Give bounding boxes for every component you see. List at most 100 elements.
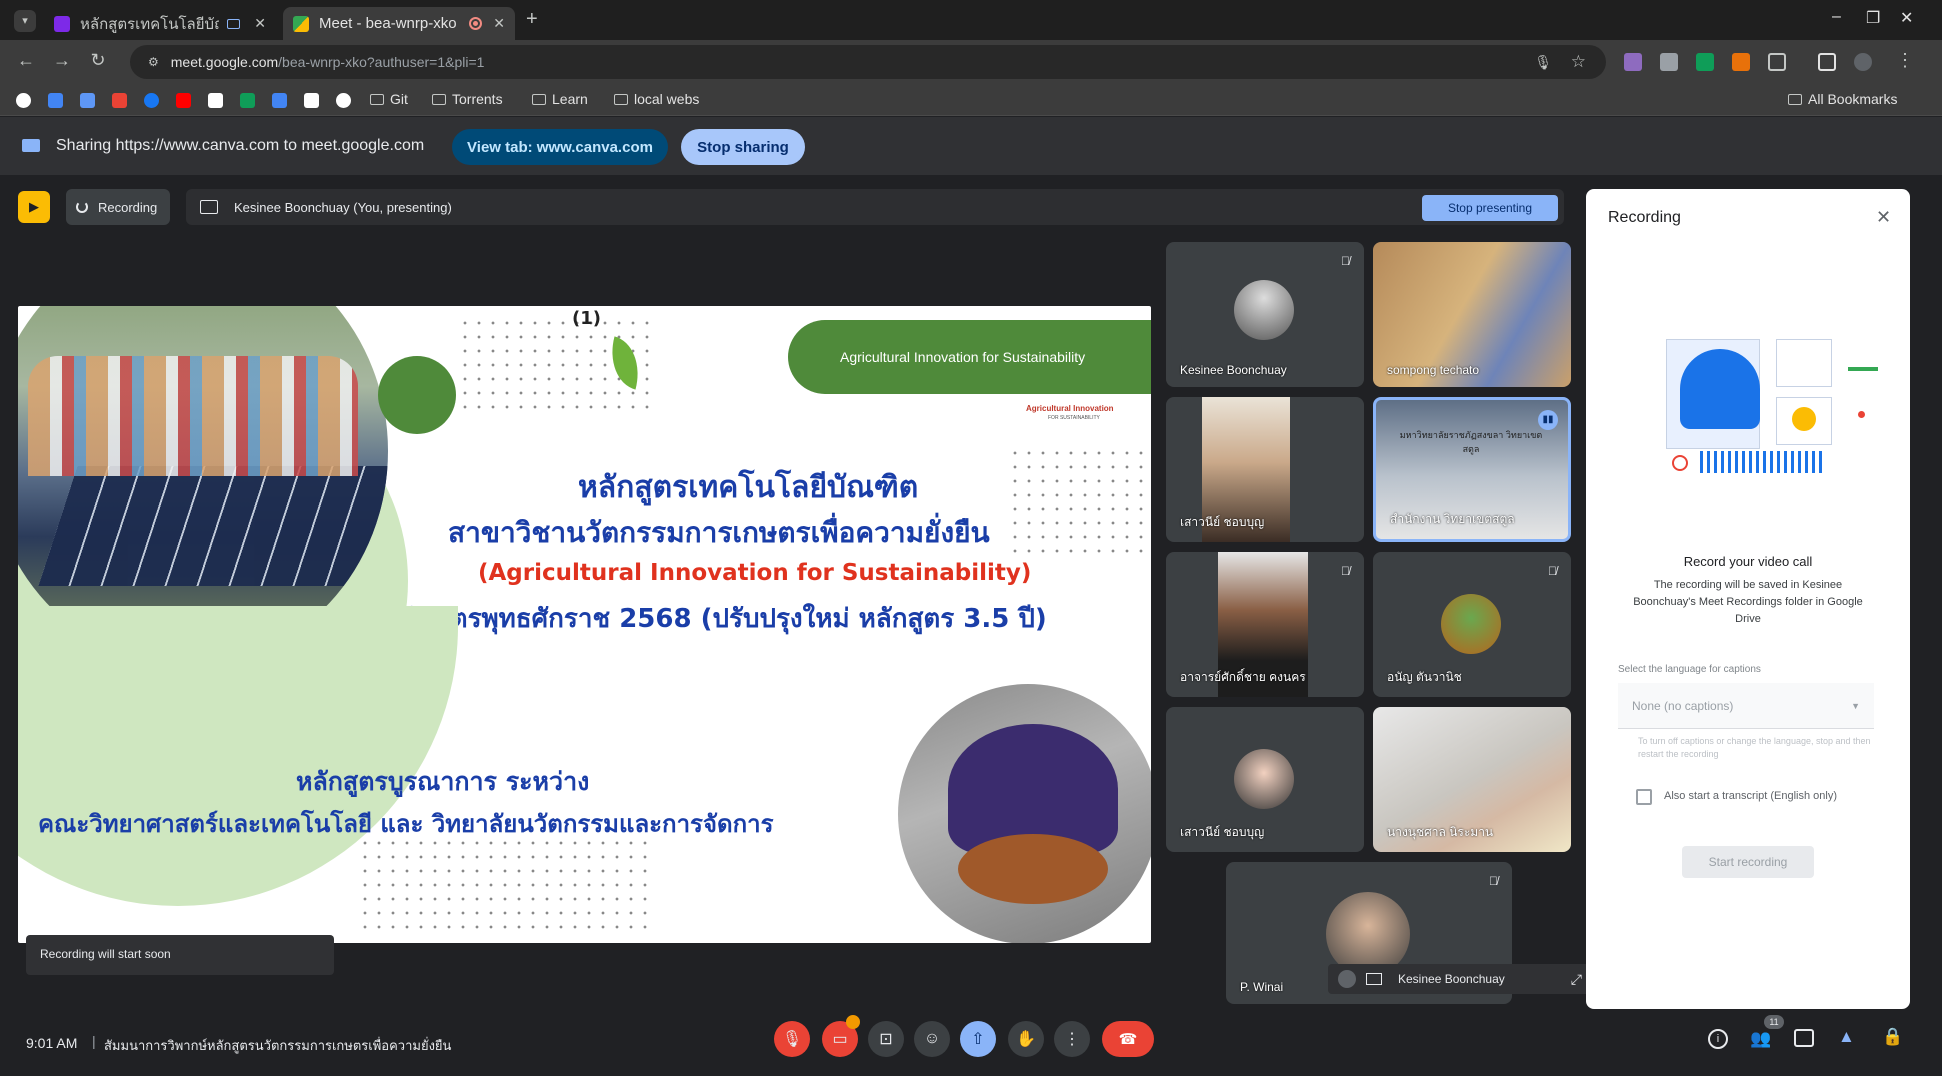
dot-pattern	[1008, 446, 1148, 556]
tab-curriculum[interactable]: หลักสูตรเทคโนโลยีบัณ ✕	[44, 7, 276, 40]
avatar	[1234, 280, 1294, 340]
browser-toolbar: ← → ↻ ⚙ meet.google.com/bea-wnrp-xko?aut…	[0, 40, 1942, 84]
banner: Agricultural Innovation for Sustainabili…	[788, 320, 1151, 394]
recording-chip-label: Recording	[98, 199, 158, 215]
back-icon[interactable]: ←	[14, 50, 38, 71]
forward-icon[interactable]: →	[50, 50, 74, 71]
bookmark-folder-torrents[interactable]: Torrents	[432, 91, 503, 107]
logo-subtext: FOR SUSTAINABILITY	[1048, 415, 1100, 421]
folder-icon	[532, 93, 546, 105]
profile-avatar-icon[interactable]	[1854, 53, 1872, 71]
folder-icon	[614, 93, 628, 105]
extension-green-icon[interactable]	[1696, 53, 1714, 71]
medium-bookmark-icon[interactable]	[208, 93, 223, 108]
close-icon[interactable]: ✕	[1876, 207, 1891, 228]
record-dot-icon	[1672, 455, 1688, 471]
bookmark-icon[interactable]	[240, 93, 255, 108]
slide-photo-dog	[898, 684, 1151, 943]
all-bookmarks[interactable]: All Bookmarks	[1788, 91, 1897, 107]
participant-tile[interactable]: 🎙̸ อาจารย์ศักดิ์ชาย คงนคร	[1166, 552, 1364, 697]
stop-presenting-button[interactable]: Stop presenting	[1422, 195, 1558, 221]
close-icon[interactable]: ✕	[493, 15, 505, 32]
activities-icon[interactable]: ▲	[1838, 1027, 1855, 1047]
mic-off-icon	[1338, 970, 1356, 988]
bookmark-icon[interactable]	[80, 93, 95, 108]
reactions-button[interactable]: ☺	[914, 1021, 950, 1057]
close-icon[interactable]: ✕	[254, 15, 266, 32]
info-icon[interactable]: i	[1708, 1029, 1728, 1049]
menu-kebab-icon[interactable]: ⋮	[1896, 50, 1914, 71]
self-view-bar[interactable]: Kesinee Boonchuay ⤢	[1328, 964, 1592, 994]
bookmark-icon[interactable]	[48, 93, 63, 108]
browser-tab-strip: ▾ หลักสูตรเทคโนโลยีบัณ ✕ Meet - bea-wnrp…	[0, 0, 1942, 40]
participant-tile[interactable]: เสาวนีย์ ชอบบุญ	[1166, 707, 1364, 852]
present-button[interactable]: ⇧	[960, 1021, 996, 1057]
present-icon	[200, 200, 218, 214]
chat-icon[interactable]	[1794, 1029, 1814, 1047]
caption-language-select[interactable]: None (no captions) ▼	[1618, 683, 1874, 729]
stop-sharing-button[interactable]: Stop sharing	[681, 129, 805, 165]
participant-name: นางนุชศาล นิระมาน	[1387, 825, 1494, 839]
screen-share-icon	[22, 139, 40, 152]
all-bookmarks-label: All Bookmarks	[1808, 91, 1898, 107]
participant-name: เสาวนีย์ ชอบบุญ	[1180, 825, 1265, 839]
yellow-avatar	[1792, 407, 1816, 431]
extensions-puzzle-icon[interactable]	[1768, 53, 1786, 71]
recording-chip[interactable]: Recording	[66, 189, 170, 225]
transcript-checkbox[interactable]	[1636, 789, 1652, 805]
end-call-button[interactable]: ☎	[1102, 1021, 1154, 1057]
participant-tile[interactable]: นางนุชศาล นิระมาน	[1373, 707, 1571, 852]
start-recording-button[interactable]: Start recording	[1682, 846, 1814, 878]
bookmark-icon[interactable]	[272, 93, 287, 108]
youtube-bookmark-icon[interactable]	[176, 93, 191, 108]
meet-logo-icon[interactable]: ▶	[18, 191, 50, 223]
record-heading: Record your video call	[1683, 554, 1813, 569]
site-settings-icon[interactable]: ⚙	[148, 55, 159, 69]
address-bar[interactable]: ⚙ meet.google.com/bea-wnrp-xko?authuser=…	[130, 45, 1606, 79]
url-host: meet.google.com	[170, 54, 279, 70]
side-panel-icon[interactable]	[1818, 53, 1836, 71]
raise-hand-button[interactable]: ✋	[1008, 1021, 1044, 1057]
bookmark-folder-learn[interactable]: Learn	[532, 91, 588, 107]
tab-search-button[interactable]: ▾	[14, 10, 36, 32]
window-close-icon[interactable]: ✕	[1900, 8, 1913, 28]
bookmark-folder-git[interactable]: Git	[370, 91, 408, 107]
recording-toast: Recording will start soon	[26, 935, 334, 975]
presentation-slide: (1) Agricultural Innovation for Sustaina…	[18, 306, 1151, 943]
github-bookmark-icon[interactable]	[336, 93, 351, 108]
banner-text: Agricultural Innovation for Sustainabili…	[840, 349, 1086, 365]
bookmark-folder-local-webs[interactable]: local webs	[614, 91, 699, 107]
host-controls-icon[interactable]: 🔒	[1882, 1027, 1903, 1047]
mic-icon[interactable]: 🎙	[1534, 54, 1552, 71]
sharing-bar: Sharing https://www.canva.com to meet.go…	[0, 117, 1942, 175]
participant-tile[interactable]: เสาวนีย์ ชอบบุญ	[1166, 397, 1364, 542]
gmail-bookmark-icon[interactable]	[112, 93, 127, 108]
captions-button[interactable]: ⊡	[868, 1021, 904, 1057]
slide-line-3: (Agricultural Innovation for Sustainabil…	[478, 560, 1032, 586]
participant-tile-active-speaker[interactable]: มหาวิทยาลัยราชภัฏสงขลา วิทยาเขตสตูล ▮▮ ส…	[1373, 397, 1571, 542]
participant-tile[interactable]: 🎙̸ อนัญ ตันวานิช	[1373, 552, 1571, 697]
participant-tile[interactable]: 🎙̸ Kesinee Boonchuay	[1166, 242, 1364, 387]
extension-pen-icon[interactable]	[1624, 53, 1642, 71]
restore-icon[interactable]: ❐	[1866, 8, 1880, 28]
google-bookmark-icon[interactable]	[16, 93, 31, 108]
facebook-bookmark-icon[interactable]	[144, 93, 159, 108]
slide-green-dot	[378, 356, 456, 434]
reload-icon[interactable]: ↻	[86, 50, 110, 71]
extension-camera-icon[interactable]	[1660, 53, 1678, 71]
people-icon[interactable]: 👥	[1750, 1029, 1771, 1049]
mic-toggle-button[interactable]: 🎙	[774, 1021, 810, 1057]
more-options-button[interactable]: ⋮	[1054, 1021, 1090, 1057]
people-count-badge: 11	[1764, 1015, 1784, 1029]
tab-meet[interactable]: Meet - bea-wnrp-xko ✕	[283, 7, 515, 40]
dev-bookmark-icon[interactable]	[304, 93, 319, 108]
bookmark-star-icon[interactable]: ☆	[1571, 52, 1586, 72]
expand-icon[interactable]: ⤢	[1571, 971, 1582, 988]
extension-office-icon[interactable]	[1732, 53, 1750, 71]
view-tab-button[interactable]: View tab: www.canva.com	[452, 129, 668, 165]
folder-icon	[432, 93, 446, 105]
minimize-icon[interactable]: –	[1832, 8, 1841, 26]
new-tab-button[interactable]: +	[526, 8, 538, 31]
audio-wave-icon	[1700, 451, 1826, 473]
participant-tile[interactable]: sompong techato	[1373, 242, 1571, 387]
